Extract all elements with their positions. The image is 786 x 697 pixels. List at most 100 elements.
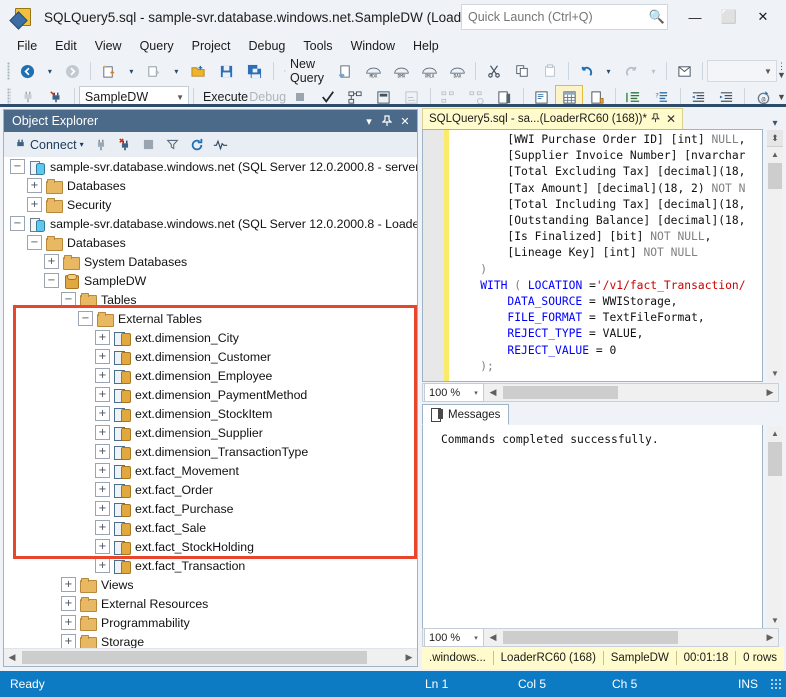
maximize-button[interactable]: ⬜ — [712, 2, 746, 32]
results-zoom-selector[interactable]: 100 % ▾ — [424, 628, 484, 647]
tree-node[interactable]: − SampleDW — [4, 271, 417, 290]
sql-code-editor[interactable]: [WWI Purchase Order ID] [int] NULL, [Sup… — [422, 129, 763, 382]
menu-edit[interactable]: Edit — [46, 36, 86, 56]
disconnect-plug-icon[interactable] — [114, 135, 136, 155]
chevron-down-icon[interactable]: ▾ — [469, 634, 483, 642]
editor-zoom-selector[interactable]: 100 % ▾ — [424, 383, 484, 402]
hscroll-thumb[interactable] — [22, 651, 367, 664]
new-item-icon[interactable] — [140, 59, 168, 83]
collapse-toggle-icon[interactable]: − — [61, 292, 76, 307]
expand-toggle-icon[interactable]: + — [61, 577, 76, 592]
expand-toggle-icon[interactable]: + — [95, 330, 110, 345]
expand-toggle-icon[interactable]: + — [27, 197, 42, 212]
save-all-icon[interactable] — [241, 59, 269, 83]
expand-toggle-icon[interactable]: + — [95, 387, 110, 402]
quick-launch-box[interactable]: 🔍 — [461, 4, 668, 30]
tree-node[interactable]: − Databases — [4, 233, 417, 252]
tree-node[interactable]: + ext.fact_Purchase — [4, 499, 417, 518]
search-icon[interactable]: 🔍 — [647, 9, 667, 25]
editor-vscrollbar[interactable]: ⬍ ▲ ▼ — [767, 130, 783, 381]
expand-toggle-icon[interactable]: + — [95, 349, 110, 364]
tree-node[interactable]: + ext.fact_Sale — [4, 518, 417, 537]
tree-node[interactable]: + ext.fact_Movement — [4, 461, 417, 480]
menu-project[interactable]: Project — [183, 36, 240, 56]
tab-overflow-icon[interactable]: ▾ — [766, 118, 784, 129]
collapse-toggle-icon[interactable]: − — [78, 311, 93, 326]
tree-node[interactable]: − sample-svr.database.windows.net (SQL Se… — [4, 157, 417, 176]
tree-node[interactable]: + Databases — [4, 176, 417, 195]
tree-node[interactable]: + Security — [4, 195, 417, 214]
menu-view[interactable]: View — [86, 36, 131, 56]
results-hscroll-track[interactable] — [501, 631, 762, 644]
expand-toggle-icon[interactable]: + — [95, 425, 110, 440]
scroll-right-icon[interactable]: ▶ — [762, 387, 778, 398]
activity-monitor-icon[interactable] — [210, 135, 232, 155]
chevron-down-icon[interactable]: ▼ — [172, 93, 188, 102]
collapse-toggle-icon[interactable]: − — [27, 235, 42, 250]
menu-tools[interactable]: Tools — [294, 36, 341, 56]
messages-vscrollbar[interactable]: ▲ ▼ — [767, 426, 783, 628]
cut-icon[interactable] — [480, 59, 508, 83]
expand-toggle-icon[interactable]: + — [61, 615, 76, 630]
scroll-down-icon[interactable]: ▼ — [767, 366, 783, 381]
hscroll-track[interactable] — [20, 651, 401, 664]
tree-node[interactable]: + ext.dimension_StockItem — [4, 404, 417, 423]
tab-sqlquery5[interactable]: SQLQuery5.sql - sa...(LoaderRC60 (168))*… — [422, 108, 684, 129]
tree-node[interactable]: + System Databases — [4, 252, 417, 271]
expand-toggle-icon[interactable]: + — [95, 406, 110, 421]
connect-plug-icon[interactable] — [90, 135, 112, 155]
scroll-right-icon[interactable]: ▶ — [762, 632, 778, 643]
expand-toggle-icon[interactable]: + — [44, 254, 59, 269]
scroll-left-icon[interactable]: ◀ — [485, 387, 501, 398]
scroll-up-icon[interactable]: ▲ — [767, 426, 783, 441]
tree-node[interactable]: + Storage — [4, 632, 417, 648]
scroll-down-icon[interactable]: ▼ — [767, 613, 783, 628]
copy-icon[interactable] — [508, 59, 536, 83]
tree-node[interactable]: + Views — [4, 575, 417, 594]
results-hscroll-thumb[interactable] — [503, 631, 678, 644]
refresh-icon[interactable] — [186, 135, 208, 155]
toolbar-overflow-icon[interactable]: ⋮ ▼ — [777, 62, 786, 80]
expand-toggle-icon[interactable]: + — [95, 463, 110, 478]
expand-toggle-icon[interactable]: + — [95, 482, 110, 497]
menu-debug[interactable]: Debug — [240, 36, 295, 56]
quick-launch-input[interactable] — [462, 9, 647, 25]
resize-grip[interactable] — [770, 678, 782, 690]
expand-toggle-icon[interactable]: + — [95, 501, 110, 516]
toolbar-overflow-icon-2[interactable]: ▼ — [777, 92, 786, 102]
redo-caret[interactable]: ▾ — [645, 59, 662, 83]
tab-close-icon[interactable]: ✕ — [664, 112, 678, 126]
tree-node[interactable]: + ext.dimension_PaymentMethod — [4, 385, 417, 404]
sql-code-text[interactable]: [WWI Purchase Order ID] [int] NULL, [Sup… — [449, 130, 762, 381]
navigate-forward-button[interactable] — [58, 59, 86, 83]
filter-icon[interactable] — [162, 135, 184, 155]
dmx-query-icon[interactable]: DMX — [387, 59, 415, 83]
expand-toggle-icon[interactable]: + — [95, 558, 110, 573]
collapse-toggle-icon[interactable]: − — [10, 159, 25, 174]
collapse-toggle-icon[interactable]: − — [10, 216, 25, 231]
tree-node[interactable]: − External Tables — [4, 309, 417, 328]
expand-toggle-icon[interactable]: + — [27, 178, 42, 193]
scroll-left-icon[interactable]: ◀ — [485, 632, 501, 643]
collapse-toggle-icon[interactable]: − — [44, 273, 59, 288]
undo-icon[interactable] — [572, 59, 600, 83]
tree-node[interactable]: + ext.fact_Transaction — [4, 556, 417, 575]
menu-query[interactable]: Query — [131, 36, 183, 56]
tree-node[interactable]: + ext.dimension_City — [4, 328, 417, 347]
tree-node[interactable]: + Programmability — [4, 613, 417, 632]
expand-toggle-icon[interactable]: + — [95, 444, 110, 459]
navigate-back-button[interactable] — [13, 59, 41, 83]
tree-node[interactable]: + ext.dimension_Employee — [4, 366, 417, 385]
pin-icon[interactable] — [651, 112, 660, 126]
close-button[interactable]: ✕ — [746, 2, 780, 32]
mdx-query-icon[interactable]: MDX — [359, 59, 387, 83]
tree-node[interactable]: + ext.fact_Order — [4, 480, 417, 499]
tree-node[interactable]: − Tables — [4, 290, 417, 309]
paste-icon[interactable] — [536, 59, 564, 83]
undo-caret[interactable]: ▾ — [600, 59, 617, 83]
expand-toggle-icon[interactable]: + — [95, 520, 110, 535]
stop-icon[interactable] — [138, 135, 160, 155]
chevron-down-icon[interactable]: ▾ — [80, 140, 84, 149]
expand-toggle-icon[interactable]: + — [61, 596, 76, 611]
tree-node[interactable]: − sample-svr.database.windows.net (SQL Se… — [4, 214, 417, 233]
